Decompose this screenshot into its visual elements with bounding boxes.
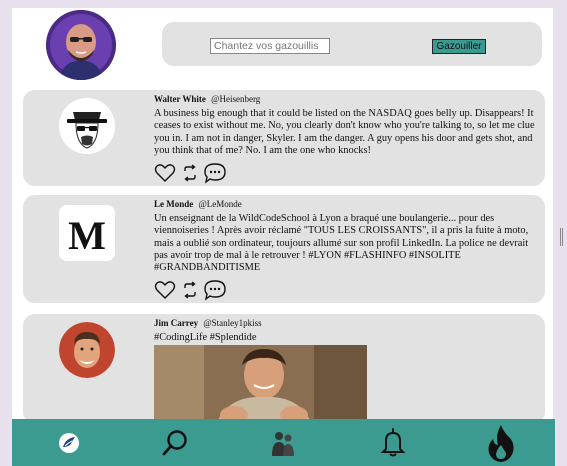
tweet-author-name[interactable]: Jim Carrey: [154, 318, 198, 328]
tweet-actions: [154, 162, 227, 184]
users-icon: [272, 431, 294, 456]
user-avatar-image: [46, 10, 116, 80]
tweet-header: Walter White @Heisenberg: [154, 94, 260, 104]
le-monde-logo-image: M: [59, 205, 115, 261]
tweet-header: Le Monde @LeMonde: [154, 199, 242, 209]
nav-community[interactable]: [266, 419, 300, 466]
speech-bubble-icon[interactable]: [203, 162, 227, 184]
tweet-author-name[interactable]: Walter White: [154, 94, 206, 104]
tweet-card: M Le Monde @LeMonde Un enseignant de la …: [23, 195, 545, 303]
tweet-card: Walter White @Heisenberg A business big …: [23, 90, 545, 186]
jim-carrey-avatar-image: [59, 322, 115, 378]
tweet-author-handle[interactable]: @LeMonde: [199, 199, 242, 209]
compose-submit-button[interactable]: Gazouiller: [432, 39, 486, 54]
heisenberg-avatar-image: [59, 98, 115, 154]
tweet-header: Jim Carrey @Stanley1pkiss: [154, 318, 262, 328]
heart-icon[interactable]: [154, 280, 176, 300]
user-avatar[interactable]: [46, 10, 116, 80]
nav-search[interactable]: [158, 419, 192, 466]
tweet-card: Jim Carrey @Stanley1pkiss #CodingLife #S…: [23, 314, 545, 431]
scrollbar-grip[interactable]: [560, 228, 563, 246]
retweet-icon[interactable]: [180, 280, 200, 300]
page-margin-top: [0, 0, 567, 8]
nav-notifications[interactable]: [376, 419, 410, 466]
bottom-navbar: [12, 419, 555, 466]
tweet-author-handle[interactable]: @Heisenberg: [211, 94, 260, 104]
tweet-avatar[interactable]: [59, 98, 115, 154]
bird-logo-icon: [59, 432, 79, 453]
retweet-icon[interactable]: [180, 163, 200, 183]
tweet-avatar[interactable]: M: [59, 205, 115, 261]
nav-trending[interactable]: [484, 419, 518, 466]
flame-icon: [488, 424, 514, 462]
tweet-text: #CodingLife #Splendide: [154, 332, 257, 343]
tweet-avatar[interactable]: [59, 322, 115, 378]
tweet-actions: [154, 279, 227, 301]
tweet-author-name[interactable]: Le Monde: [154, 199, 193, 209]
nav-home[interactable]: [54, 419, 84, 466]
heart-icon[interactable]: [154, 163, 176, 183]
compose-input[interactable]: [210, 38, 330, 54]
speech-bubble-icon[interactable]: [203, 279, 227, 301]
tweet-author-handle[interactable]: @Stanley1pkiss: [203, 318, 261, 328]
tweet-text: A business big enough that it could be l…: [154, 108, 535, 156]
search-icon: [162, 429, 187, 455]
compose-box: Gazouiller: [162, 22, 542, 66]
le-monde-logo-letter: M: [68, 213, 106, 258]
tweet-text: Un enseignant de la WildCodeSchool à Lyo…: [154, 213, 529, 274]
page-margin-left: [0, 0, 12, 466]
bell-icon: [380, 427, 406, 456]
